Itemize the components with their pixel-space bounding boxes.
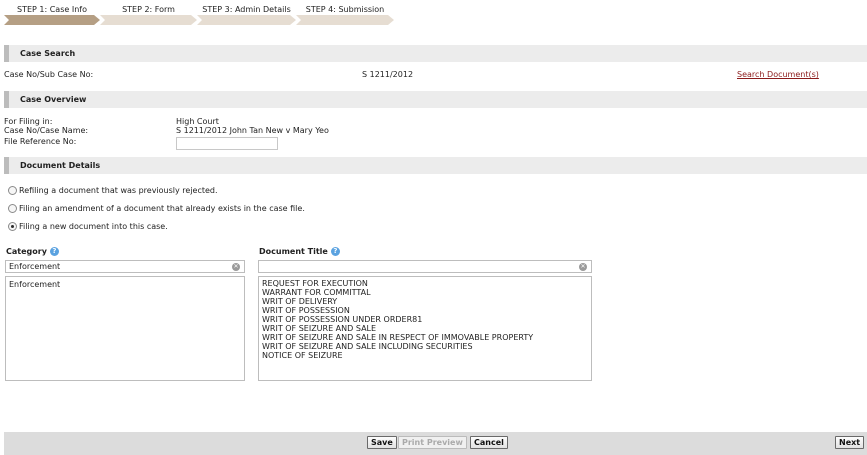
category-label: Category? [6,247,59,256]
list-item[interactable]: WRIT OF SEIZURE AND SALE INCLUDING SECUR… [259,342,591,351]
step-3-bar [197,15,296,25]
document-details-title: Document Details [20,161,101,170]
list-item[interactable]: REQUEST FOR EXECUTION [259,279,591,288]
list-item[interactable]: WRIT OF POSSESSION UNDER ORDER81 [259,315,591,324]
list-item[interactable]: WARRANT FOR COMMITTAL [259,288,591,297]
clear-icon[interactable]: ✕ [579,263,587,271]
step-1-bar [4,15,100,25]
step-4[interactable]: STEP 4: Submission [296,1,394,26]
case-overview-title: Case Overview [20,95,87,104]
case-search-title: Case Search [20,49,76,58]
list-item[interactable]: WRIT OF SEIZURE AND SALE IN RESPECT OF I… [259,333,591,342]
document-title-label: Document Title? [259,247,340,256]
list-item[interactable]: WRIT OF DELIVERY [259,297,591,306]
help-icon[interactable]: ? [330,247,340,256]
filing-in-label: For Filing in: [4,117,53,126]
step-1[interactable]: STEP 1: Case Info [4,1,100,26]
cancel-button[interactable]: Cancel [470,436,508,449]
file-reference-input[interactable] [176,137,278,150]
radio-amendment-label: Filing an amendment of a document that a… [19,204,305,213]
step-3[interactable]: STEP 3: Admin Details [197,1,296,26]
help-icon[interactable]: ? [49,247,59,256]
section-tab [4,91,9,108]
file-ref-label: File Reference No: [4,137,77,146]
footer-bar: Save Print Preview Cancel Next [4,432,867,455]
radio-circle[interactable] [8,186,17,195]
section-tab [4,157,9,174]
step-1-label: STEP 1: Case Info [17,5,87,14]
step-2[interactable]: STEP 2: Form [100,1,197,26]
category-label-text: Category [6,247,47,256]
radio-new-document-label: Filing a new document into this case. [19,222,168,231]
document-title-combo[interactable]: ✕ [258,260,592,273]
category-value: Enforcement [9,262,61,271]
category-combo[interactable]: Enforcement ✕ [5,260,245,273]
next-button[interactable]: Next [835,436,865,449]
filing-in-value: High Court [176,117,219,126]
step-4-bar [296,15,394,25]
print-preview-button[interactable]: Print Preview [398,436,467,449]
case-no-value: S 1211/2012 [362,70,414,79]
list-item[interactable]: NOTICE OF SEIZURE [259,351,591,360]
step-4-label: STEP 4: Submission [305,5,385,14]
search-documents-link[interactable]: Search Document(s) [737,70,819,79]
clear-icon[interactable]: ✕ [232,263,240,271]
step-2-bar [100,15,197,25]
case-overview-header: Case Overview [4,91,867,108]
case-name-value: S 1211/2012 John Tan New v Mary Yeo [176,126,329,135]
case-search-header: Case Search [4,45,867,62]
list-item[interactable]: WRIT OF POSSESSION [259,306,591,315]
step-2-label: STEP 2: Form [122,5,175,14]
category-list[interactable]: Enforcement [5,276,245,381]
document-title-list[interactable]: REQUEST FOR EXECUTION WARRANT FOR COMMIT… [258,276,592,381]
case-no-label: Case No/Sub Case No: [4,70,94,79]
radio-circle-selected[interactable] [8,222,17,231]
document-title-label-text: Document Title [259,247,328,256]
radio-refiling-label: Refiling a document that was previously … [19,186,218,195]
case-name-label: Case No/Case Name: [4,126,89,135]
radio-circle[interactable] [8,204,17,213]
step-3-label: STEP 3: Admin Details [202,5,291,14]
wizard-stepper: STEP 1: Case Info STEP 2: Form STEP 3: A… [0,0,420,26]
document-details-header: Document Details [4,157,867,174]
save-button[interactable]: Save [367,436,397,449]
section-tab [4,45,9,62]
list-item[interactable]: Enforcement [6,280,244,289]
list-item[interactable]: WRIT OF SEIZURE AND SALE [259,324,591,333]
